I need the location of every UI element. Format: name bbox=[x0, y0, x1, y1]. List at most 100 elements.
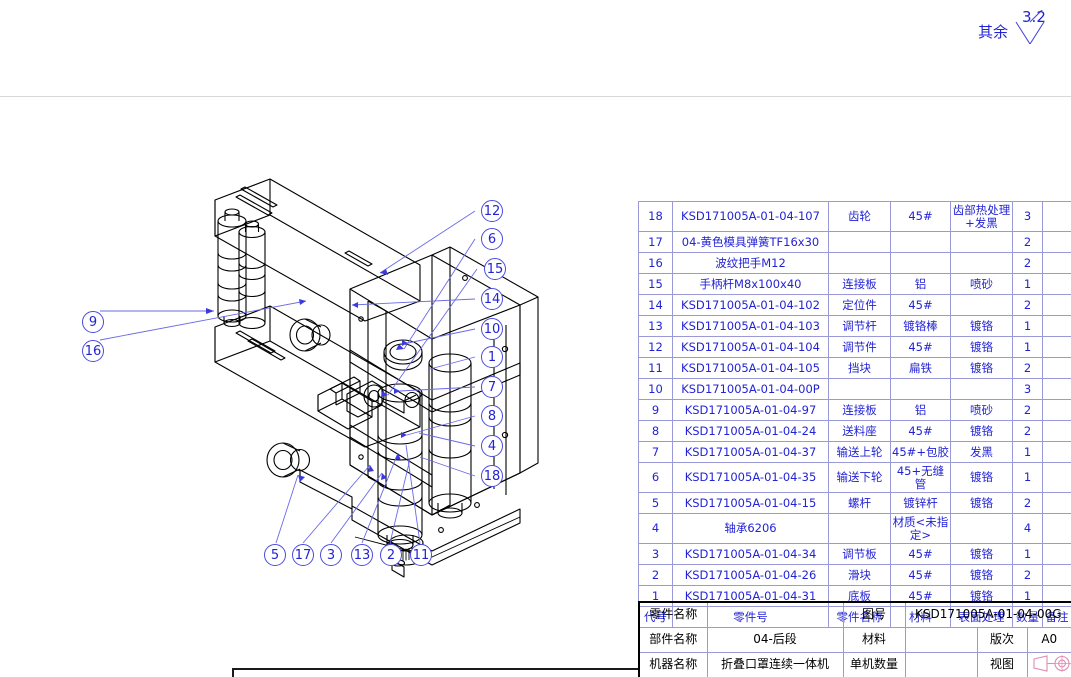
balloon-10[interactable]: 10 bbox=[481, 318, 503, 340]
value-drawing-no[interactable]: KSD171005A-01-04-00G bbox=[904, 601, 1071, 628]
cell-name: 输送上轮 bbox=[828, 441, 891, 463]
cell-qty: 2 bbox=[1012, 294, 1043, 316]
cell-surface: 镀铬 bbox=[950, 543, 1013, 565]
surface-note-label: 其余 bbox=[978, 23, 1009, 41]
cell-qty: 2 bbox=[1012, 357, 1043, 379]
balloon-12[interactable]: 12 bbox=[481, 200, 503, 222]
cell-remark bbox=[1042, 399, 1071, 421]
cell-material: 45#+包胶 bbox=[890, 441, 951, 463]
balloon-2[interactable]: 2 bbox=[380, 544, 402, 566]
cell-qty: 2 bbox=[1012, 231, 1043, 253]
cell-name: 连接板 bbox=[828, 273, 891, 295]
cell-remark bbox=[1042, 357, 1071, 379]
drawing-sheet: 其余 3.2 9 16 12 6 15 14 10 1 7 8 4 18 5 1… bbox=[0, 0, 1071, 677]
cell-code: 15 bbox=[638, 273, 673, 295]
cell-qty: 1 bbox=[1012, 336, 1043, 358]
cell-qty: 2 bbox=[1012, 564, 1043, 586]
value-assembly-name[interactable]: 04-后段 bbox=[706, 626, 844, 653]
cell-material: 镀锌杆 bbox=[890, 492, 951, 514]
cell-name: 调节件 bbox=[828, 336, 891, 358]
table-row[interactable]: 5 KSD171005A-01-04-15 螺杆 镀锌杆 镀铬 2 bbox=[638, 492, 1071, 514]
cell-material: 铝 bbox=[890, 399, 951, 421]
balloon-13[interactable]: 13 bbox=[351, 544, 373, 566]
balloon-16[interactable]: 16 bbox=[82, 340, 104, 362]
cell-material: 镀铬棒 bbox=[890, 315, 951, 337]
table-row[interactable]: 3 KSD171005A-01-04-34 调节板 45# 镀铬 1 bbox=[638, 543, 1071, 565]
cell-material: 45# bbox=[890, 201, 951, 232]
table-row[interactable]: 10 KSD171005A-01-04-00P 3 bbox=[638, 378, 1071, 400]
cell-surface: 镀铬 bbox=[950, 315, 1013, 337]
table-row[interactable]: 8 KSD171005A-01-04-24 送料座 45# 镀铬 2 bbox=[638, 420, 1071, 442]
value-machine-name[interactable]: 折叠口罩连续一体机 bbox=[706, 651, 844, 677]
cell-code: 17 bbox=[638, 231, 673, 253]
surface-finish-note: 其余 3.2 bbox=[978, 5, 1050, 46]
value-revision[interactable]: A0 bbox=[1026, 626, 1071, 653]
table-row[interactable]: 12 KSD171005A-01-04-104 调节件 45# 镀铬 1 bbox=[638, 336, 1071, 358]
value-part-name[interactable] bbox=[706, 601, 844, 628]
cell-material: 45# bbox=[890, 543, 951, 565]
balloon-6[interactable]: 6 bbox=[481, 228, 503, 250]
balloon-18[interactable]: 18 bbox=[481, 465, 503, 487]
cell-surface bbox=[950, 294, 1013, 316]
cell-name: 挡块 bbox=[828, 357, 891, 379]
table-row[interactable]: 14 KSD171005A-01-04-102 定位件 45# 2 bbox=[638, 294, 1071, 316]
cell-surface bbox=[950, 378, 1013, 400]
cell-surface: 镀铬 bbox=[950, 462, 1013, 493]
balloon-14[interactable]: 14 bbox=[481, 288, 503, 310]
cell-remark bbox=[1042, 273, 1071, 295]
balloon-5[interactable]: 5 bbox=[264, 544, 286, 566]
cell-material: 45# bbox=[890, 336, 951, 358]
cell-surface bbox=[950, 231, 1013, 253]
balloon-11[interactable]: 11 bbox=[410, 544, 432, 566]
balloon-3[interactable]: 3 bbox=[320, 544, 342, 566]
first-angle-projection-icon bbox=[1026, 651, 1071, 677]
table-row[interactable]: 11 KSD171005A-01-04-105 挡块 扁铁 镀铬 2 bbox=[638, 357, 1071, 379]
table-row[interactable]: 4 轴承6206 材质<未指定> 4 bbox=[638, 513, 1071, 544]
cell-material: 扁铁 bbox=[890, 357, 951, 379]
cell-remark bbox=[1042, 336, 1071, 358]
cell-name: 定位件 bbox=[828, 294, 891, 316]
cell-part-no: 波纹把手M12 bbox=[672, 252, 829, 274]
table-row[interactable]: 2 KSD171005A-01-04-26 滑块 45# 镀铬 2 bbox=[638, 564, 1071, 586]
table-row[interactable]: 7 KSD171005A-01-04-37 输送上轮 45#+包胶 发黑 1 bbox=[638, 441, 1071, 463]
cell-code: 8 bbox=[638, 420, 673, 442]
cell-name bbox=[828, 378, 891, 400]
cell-part-no: KSD171005A-01-04-15 bbox=[672, 492, 829, 514]
table-row[interactable]: 16 波纹把手M12 2 bbox=[638, 252, 1071, 274]
cell-surface: 喷砂 bbox=[950, 273, 1013, 295]
cell-qty: 1 bbox=[1012, 462, 1043, 493]
cell-code: 10 bbox=[638, 378, 673, 400]
cell-material: 45+无缝管 bbox=[890, 462, 951, 493]
cell-qty: 2 bbox=[1012, 492, 1043, 514]
cell-surface: 镀铬 bbox=[950, 564, 1013, 586]
table-row[interactable]: 15 手柄杆M8x100x40 连接板 铝 喷砂 1 bbox=[638, 273, 1071, 295]
balloon-4[interactable]: 4 bbox=[481, 435, 503, 457]
balloon-1[interactable]: 1 bbox=[481, 346, 503, 368]
balloon-8[interactable]: 8 bbox=[481, 405, 503, 427]
cell-code: 16 bbox=[638, 252, 673, 274]
table-row[interactable]: 17 04-黄色模具弹簧TF16x30 2 bbox=[638, 231, 1071, 253]
cell-remark bbox=[1042, 543, 1071, 565]
cell-material: 45# bbox=[890, 294, 951, 316]
balloon-9[interactable]: 9 bbox=[82, 311, 104, 333]
table-row[interactable]: 18 KSD171005A-01-04-107 齿轮 45# 齿部热处理+发黑 … bbox=[638, 201, 1071, 232]
cell-code: 7 bbox=[638, 441, 673, 463]
table-row[interactable]: 9 KSD171005A-01-04-97 连接板 铝 喷砂 2 bbox=[638, 399, 1071, 421]
balloon-17[interactable]: 17 bbox=[292, 544, 314, 566]
cell-name: 调节杆 bbox=[828, 315, 891, 337]
cell-part-no: KSD171005A-01-04-105 bbox=[672, 357, 829, 379]
value-material[interactable] bbox=[904, 626, 978, 653]
balloon-7[interactable]: 7 bbox=[481, 376, 503, 398]
label-assembly-name: 部件名称 bbox=[638, 626, 708, 653]
table-row[interactable]: 6 KSD171005A-01-04-35 输送下轮 45+无缝管 镀铬 1 bbox=[638, 462, 1071, 493]
balloon-15[interactable]: 15 bbox=[484, 258, 506, 280]
cell-remark bbox=[1042, 441, 1071, 463]
cell-remark bbox=[1042, 513, 1071, 544]
cell-material: 铝 bbox=[890, 273, 951, 295]
table-row[interactable]: 13 KSD171005A-01-04-103 调节杆 镀铬棒 镀铬 1 bbox=[638, 315, 1071, 337]
cell-surface bbox=[950, 513, 1013, 544]
value-per-machine-qty[interactable] bbox=[904, 651, 978, 677]
cell-qty: 1 bbox=[1012, 315, 1043, 337]
cell-name: 齿轮 bbox=[828, 201, 891, 232]
cell-part-no: KSD171005A-01-04-97 bbox=[672, 399, 829, 421]
